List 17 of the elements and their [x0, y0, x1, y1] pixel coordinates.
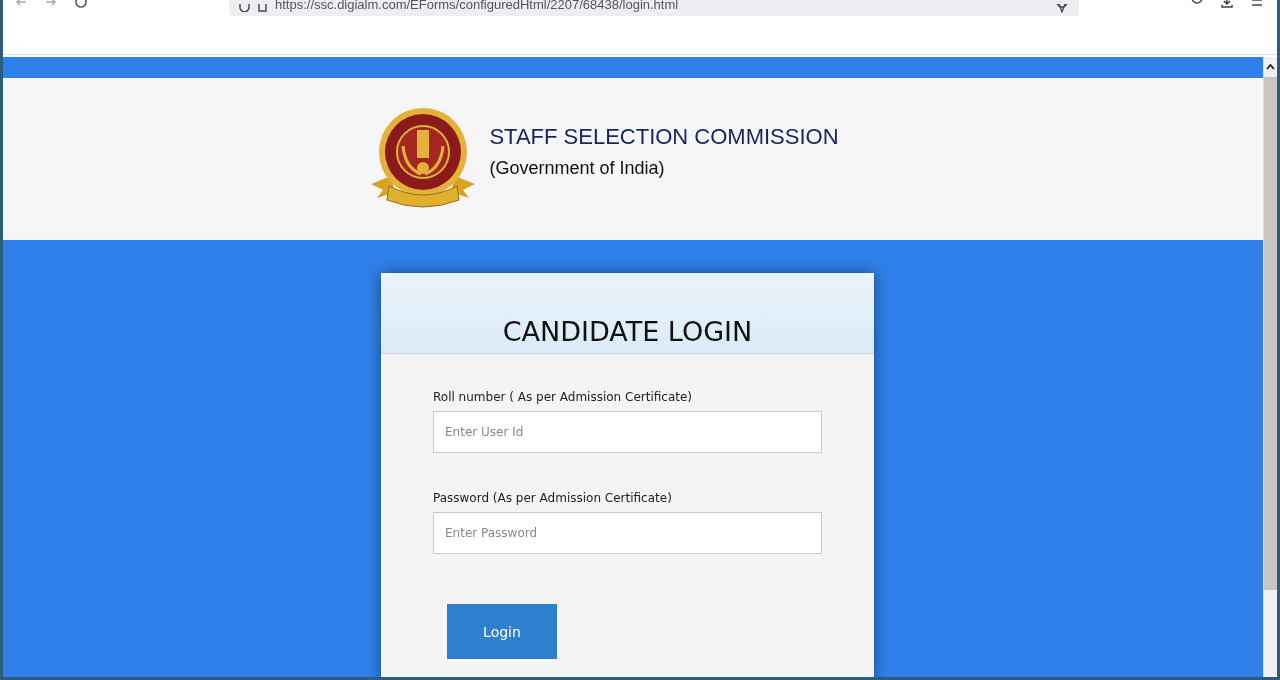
menu-icon[interactable]	[1251, 0, 1263, 8]
scroll-up-icon[interactable]	[1266, 64, 1275, 70]
organization-subtitle: (Government of India)	[489, 157, 666, 179]
user-id-field[interactable]: Enter User Id	[433, 411, 822, 453]
field-label: Roll number ( As per Admission Certificate)	[433, 390, 694, 404]
shield-icon	[239, 4, 250, 12]
organization-title: STAFF SELECTION COMMISSION	[489, 123, 839, 150]
page-icon	[258, 4, 267, 12]
password-field[interactable]: Enter Password	[433, 512, 822, 554]
address-bar[interactable]: https://ssc.digialm.com/EForms/configuredHtml/2207/68438/login.html	[229, 0, 1079, 16]
login-button[interactable]: Login	[447, 604, 557, 659]
login-title: CANDIDATE LOGIN	[502, 316, 753, 349]
field-label: Password (As per Admission Certificate)	[433, 491, 673, 505]
download-icon[interactable]	[1221, 0, 1233, 8]
scrollbar[interactable]	[1263, 57, 1277, 677]
url-text: https://ssc.digialm.com/EForms/configuredHtml/2207/68438/login.html	[275, 0, 679, 12]
reload-icon[interactable]	[75, 0, 87, 9]
